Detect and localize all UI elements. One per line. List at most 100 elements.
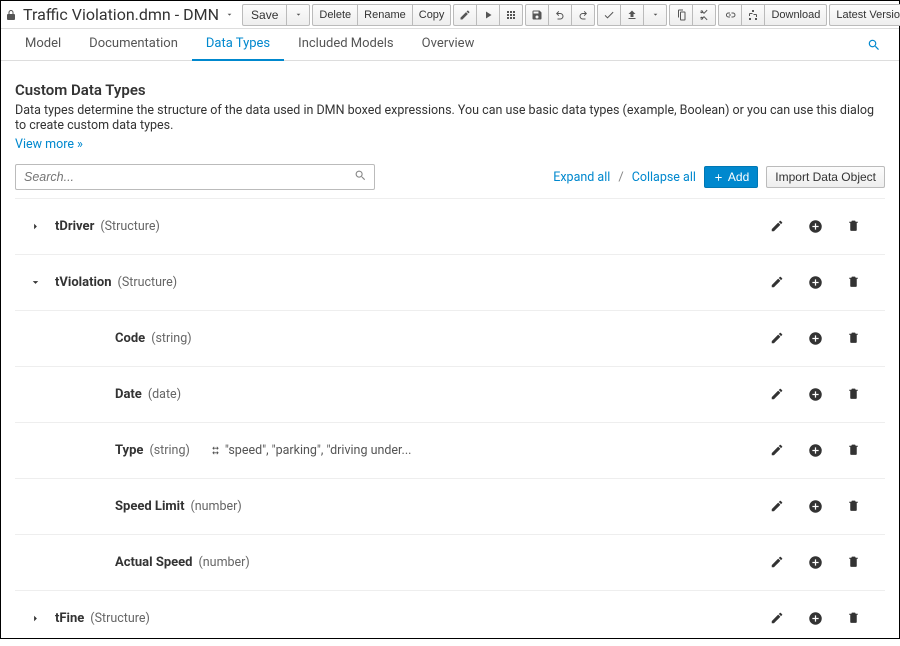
add-icon[interactable]	[807, 387, 823, 402]
data-type-row[interactable]: Type string "speed", "parking", "driving u…	[15, 423, 885, 479]
rename-button[interactable]: Rename	[357, 4, 413, 26]
type-name: Type	[115, 443, 143, 458]
add-icon[interactable]	[807, 555, 823, 570]
delete-icon[interactable]	[845, 219, 861, 234]
type-kind: Structure	[100, 219, 160, 234]
add-icon[interactable]	[807, 611, 823, 626]
row-actions	[769, 499, 861, 514]
content: Custom Data Types Data types determine t…	[1, 61, 899, 646]
delete-icon[interactable]	[845, 611, 861, 626]
check-icon[interactable]	[597, 4, 621, 26]
constraint-text: "speed", "parking", "driving under...	[225, 443, 412, 458]
expand-all-link[interactable]: Expand all	[553, 170, 610, 185]
data-type-row[interactable]: Code string	[15, 311, 885, 367]
add-icon[interactable]	[807, 275, 823, 290]
type-name: Actual Speed	[115, 555, 193, 570]
delete-icon[interactable]	[845, 443, 861, 458]
import-button[interactable]: Import Data Object	[766, 166, 885, 188]
row-actions	[769, 443, 861, 458]
row-actions	[769, 219, 861, 234]
type-name: tViolation	[55, 275, 112, 290]
row-actions	[769, 555, 861, 570]
data-type-row[interactable]: tFineStructure	[15, 591, 885, 646]
download-button[interactable]: Download	[764, 4, 827, 26]
edit-icon[interactable]	[769, 499, 785, 514]
add-icon[interactable]	[807, 443, 823, 458]
chevron-right-icon[interactable]	[15, 221, 55, 232]
delete-icon[interactable]	[845, 275, 861, 290]
constraint-icon	[210, 445, 221, 456]
undo-icon[interactable]	[548, 4, 572, 26]
scissors-icon[interactable]	[692, 4, 716, 26]
top-toolbar: Traffic Violation.dmn - DMN Save Delete …	[1, 1, 899, 29]
type-kind: date	[148, 387, 181, 402]
view-more-link[interactable]: View more »	[15, 137, 83, 152]
chevron-down-icon	[225, 10, 234, 19]
tab-documentation[interactable]: Documentation	[75, 29, 192, 61]
edit-icon[interactable]	[769, 611, 785, 626]
save-disk-icon[interactable]	[525, 4, 549, 26]
row-actions	[769, 275, 861, 290]
search-input[interactable]	[15, 164, 375, 190]
delete-button[interactable]: Delete	[312, 4, 358, 26]
redo-icon[interactable]	[571, 4, 595, 26]
type-kind: string	[151, 331, 191, 346]
data-type-row[interactable]: Speed Limit number	[15, 479, 885, 535]
pencil-icon[interactable]	[453, 4, 477, 26]
add-icon[interactable]	[807, 331, 823, 346]
file-title[interactable]: Traffic Violation.dmn - DMN	[5, 5, 234, 24]
type-kind: number	[190, 499, 241, 514]
add-icon[interactable]	[807, 219, 823, 234]
search-box	[15, 164, 375, 190]
data-type-row[interactable]: tViolation Structure	[15, 255, 885, 311]
list-toolbar: Expand all / Collapse all Add Import Dat…	[15, 164, 885, 190]
type-name: tFine	[55, 611, 84, 626]
tab-included-models[interactable]: Included Models	[284, 29, 408, 61]
save-group: Save	[242, 4, 310, 26]
edit-icon[interactable]	[769, 275, 785, 290]
type-name: tDriver	[55, 219, 94, 234]
edit-icon[interactable]	[769, 443, 785, 458]
delete-icon[interactable]	[845, 555, 861, 570]
type-kind: number	[199, 555, 250, 570]
edit-icon[interactable]	[769, 219, 785, 234]
row-actions	[769, 331, 861, 346]
type-name: Code	[115, 331, 145, 346]
row-actions	[769, 387, 861, 402]
save-dropdown[interactable]	[286, 4, 310, 26]
grid-icon[interactable]	[499, 4, 523, 26]
chevron-down-icon[interactable]	[15, 277, 55, 288]
play-icon[interactable]	[476, 4, 500, 26]
delete-icon[interactable]	[845, 387, 861, 402]
search-icon[interactable]	[867, 38, 881, 52]
type-name: Speed Limit	[115, 499, 184, 514]
edit-icon[interactable]	[769, 331, 785, 346]
data-type-list[interactable]: tDriverStructuretViolationStructureCodes…	[15, 198, 885, 646]
tab-model[interactable]: Model	[11, 29, 75, 61]
collapse-all-link[interactable]: Collapse all	[632, 170, 696, 185]
tab-data-types[interactable]: Data Types	[192, 29, 284, 61]
data-type-row[interactable]: Actual Speed number	[15, 535, 885, 591]
latest-version-button[interactable]: Latest Version	[829, 4, 900, 26]
data-type-row[interactable]: Datedate	[15, 367, 885, 423]
type-kind: Structure	[118, 275, 178, 290]
chevron-right-icon[interactable]	[15, 613, 55, 624]
add-button[interactable]: Add	[704, 166, 758, 188]
upload-icon[interactable]	[620, 4, 644, 26]
clipboard-icon[interactable]	[669, 4, 693, 26]
edit-icon[interactable]	[769, 555, 785, 570]
link-icon[interactable]	[718, 4, 742, 26]
tab-overview[interactable]: Overview	[408, 29, 489, 61]
edit-icon[interactable]	[769, 387, 785, 402]
type-kind: string	[149, 443, 189, 458]
add-icon[interactable]	[807, 499, 823, 514]
sitemap-icon[interactable]	[741, 4, 765, 26]
upload-caret-icon[interactable]	[643, 4, 667, 26]
data-type-row[interactable]: tDriver Structure	[15, 199, 885, 255]
save-button[interactable]: Save	[242, 4, 287, 26]
divider: /	[618, 170, 623, 185]
page-title: Custom Data Types	[15, 81, 885, 99]
copy-button[interactable]: Copy	[412, 4, 452, 26]
delete-icon[interactable]	[845, 331, 861, 346]
delete-icon[interactable]	[845, 499, 861, 514]
